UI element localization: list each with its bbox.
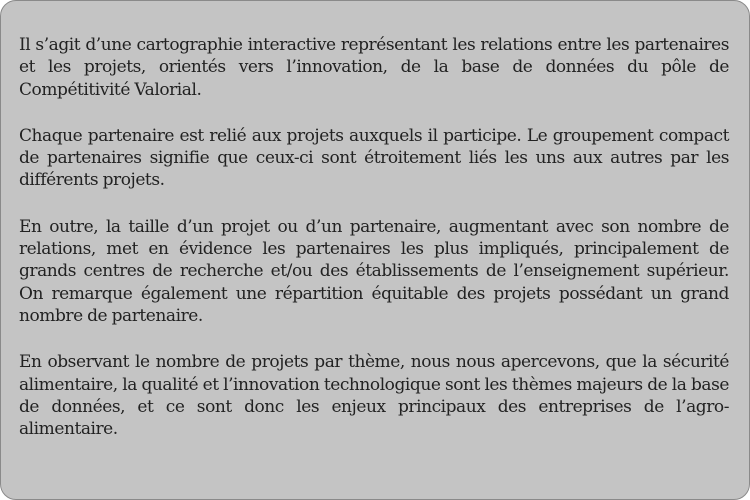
text-panel: Il s’agit d’une cartographie interactive…	[0, 0, 750, 500]
paragraph-themes: En observant le nombre de projets par th…	[19, 352, 729, 440]
paragraph-size: En outre, la taille d’un projet ou d’un …	[19, 216, 729, 326]
paragraph-intro: Il s’agit d’une cartographie interactive…	[19, 35, 729, 100]
paragraph-links: Chaque partenaire est relié aux projets …	[19, 125, 729, 191]
